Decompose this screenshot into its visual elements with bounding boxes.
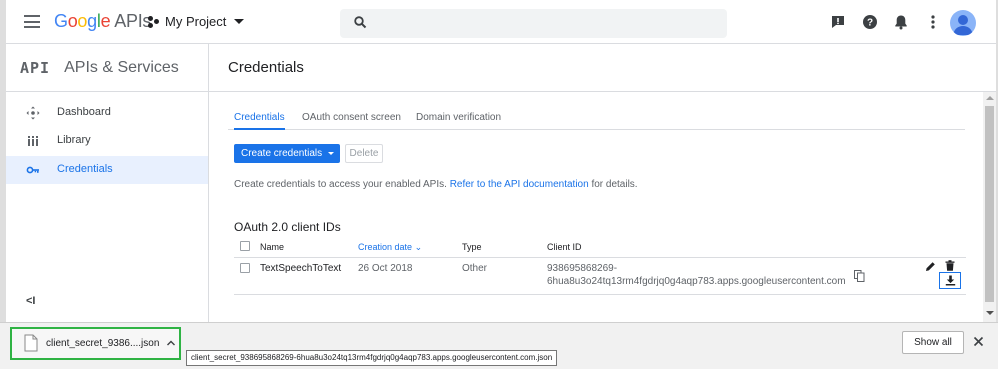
- column-header-creation-date[interactable]: Creation date ⌄: [358, 242, 422, 253]
- file-icon: [24, 334, 38, 352]
- info-text-prefix: Create credentials to access your enable…: [234, 179, 447, 190]
- menu-icon[interactable]: [24, 15, 40, 28]
- section-title: OAuth 2.0 client IDs: [234, 220, 341, 234]
- tab-bar: Credentials OAuth consent screen Domain …: [228, 110, 965, 130]
- client-id-line1: 938695868269-: [547, 263, 618, 274]
- logo-letter: o: [67, 11, 78, 31]
- scroll-up-icon[interactable]: [986, 96, 994, 100]
- sort-arrow-icon: ⌄: [414, 242, 423, 252]
- svg-text:?: ?: [867, 18, 873, 29]
- download-tooltip: client_secret_938695868269-6hua8u3o24tq1…: [186, 350, 558, 366]
- column-header-label: Creation date: [358, 242, 413, 252]
- project-icon: [148, 15, 160, 28]
- show-all-button[interactable]: Show all: [902, 331, 964, 354]
- create-credentials-label: Create credentials: [241, 148, 323, 159]
- api-logo: API: [20, 58, 51, 77]
- sidebar-item-label: Credentials: [57, 163, 113, 175]
- collapse-nav-button[interactable]: <I: [26, 295, 35, 307]
- sidebar-item-label: Dashboard: [57, 106, 111, 118]
- side-nav: API APIs & Services Dashboard Library Cr…: [6, 44, 209, 322]
- side-nav-header: API APIs & Services: [6, 44, 208, 92]
- close-icon[interactable]: [973, 336, 984, 347]
- bell-icon[interactable]: [892, 13, 910, 31]
- scroll-down-icon[interactable]: [986, 311, 994, 315]
- client-name[interactable]: TextSpeechToText: [260, 263, 341, 274]
- copy-icon[interactable]: [854, 270, 865, 282]
- browser-window: Google APIs My Project ? API APIs & Serv…: [6, 0, 996, 322]
- tab-credentials[interactable]: Credentials: [234, 112, 285, 130]
- sidebar-item-dashboard[interactable]: Dashboard: [6, 99, 208, 127]
- key-icon: [26, 166, 39, 174]
- logo-letter: o: [77, 11, 88, 31]
- delete-button[interactable]: Delete: [345, 144, 383, 163]
- table-header: Name Creation date ⌄ Type Client ID: [234, 236, 966, 258]
- help-icon[interactable]: ?: [861, 13, 879, 31]
- top-app-bar: Google APIs My Project ?: [6, 0, 996, 44]
- column-header-client-id[interactable]: Client ID: [547, 242, 582, 252]
- dashboard-icon: [26, 106, 40, 120]
- credentials-panel: Credentials OAuth consent screen Domain …: [228, 92, 983, 322]
- more-vert-icon[interactable]: [924, 13, 942, 31]
- download-json-button[interactable]: [939, 272, 961, 289]
- search-bar[interactable]: [340, 9, 727, 38]
- api-documentation-link[interactable]: Refer to the API documentation: [450, 179, 589, 190]
- chevron-up-icon[interactable]: [166, 338, 176, 348]
- column-header-type[interactable]: Type: [462, 242, 482, 252]
- info-text-suffix: for details.: [591, 179, 638, 190]
- library-icon: [28, 136, 38, 146]
- search-icon: [354, 16, 367, 29]
- sidebar-item-credentials[interactable]: Credentials: [6, 156, 208, 184]
- create-credentials-button[interactable]: Create credentials: [234, 144, 340, 163]
- scrollbar-thumb[interactable]: [985, 106, 994, 302]
- sidebar-item-library[interactable]: Library: [6, 127, 208, 155]
- download-bar: client_secret_9386....json client_secret…: [0, 322, 998, 369]
- avatar[interactable]: [950, 10, 976, 36]
- page-header: Credentials: [209, 44, 996, 92]
- edit-icon[interactable]: [925, 261, 936, 272]
- client-type: Other: [462, 263, 488, 274]
- side-nav-title: APIs & Services: [64, 58, 179, 76]
- search-input[interactable]: [378, 14, 708, 33]
- logo-letter: g: [87, 11, 97, 31]
- logo-suffix: APIs: [114, 11, 152, 31]
- feedback-icon[interactable]: [829, 13, 847, 31]
- download-item[interactable]: client_secret_9386....json: [10, 327, 181, 360]
- download-file-name: client_secret_9386....json: [46, 338, 160, 349]
- info-text: Create credentials to access your enable…: [234, 179, 638, 190]
- caret-down-icon: [234, 19, 245, 24]
- client-id-line2: 6hua8u3o24tq13rm4fgdrjq0g4aqp783.apps.go…: [547, 276, 846, 287]
- tab-oauth-consent-screen[interactable]: OAuth consent screen: [302, 112, 401, 128]
- google-apis-logo[interactable]: Google APIs: [54, 11, 151, 32]
- caret-down-icon: [328, 152, 335, 155]
- row-checkbox[interactable]: [240, 263, 250, 273]
- avatar-person-icon: [953, 15, 973, 35]
- sidebar-item-label: Library: [57, 134, 91, 146]
- table-row[interactable]: TextSpeechToText 26 Oct 2018 Other 93869…: [234, 258, 966, 295]
- select-all-checkbox[interactable]: [240, 241, 250, 251]
- column-header-name[interactable]: Name: [260, 242, 284, 252]
- logo-letter: e: [100, 11, 111, 31]
- creation-date: 26 Oct 2018: [358, 263, 413, 274]
- main-content: Credentials Credentials OAuth consent sc…: [209, 44, 996, 322]
- download-icon: [945, 275, 956, 286]
- project-name: My Project: [165, 14, 227, 29]
- tab-domain-verification[interactable]: Domain verification: [416, 112, 501, 128]
- logo-letter: G: [54, 11, 68, 31]
- delete-icon[interactable]: [945, 260, 955, 271]
- project-selector[interactable]: My Project: [148, 14, 245, 29]
- vertical-scrollbar[interactable]: [983, 92, 996, 322]
- page-title: Credentials: [228, 59, 304, 76]
